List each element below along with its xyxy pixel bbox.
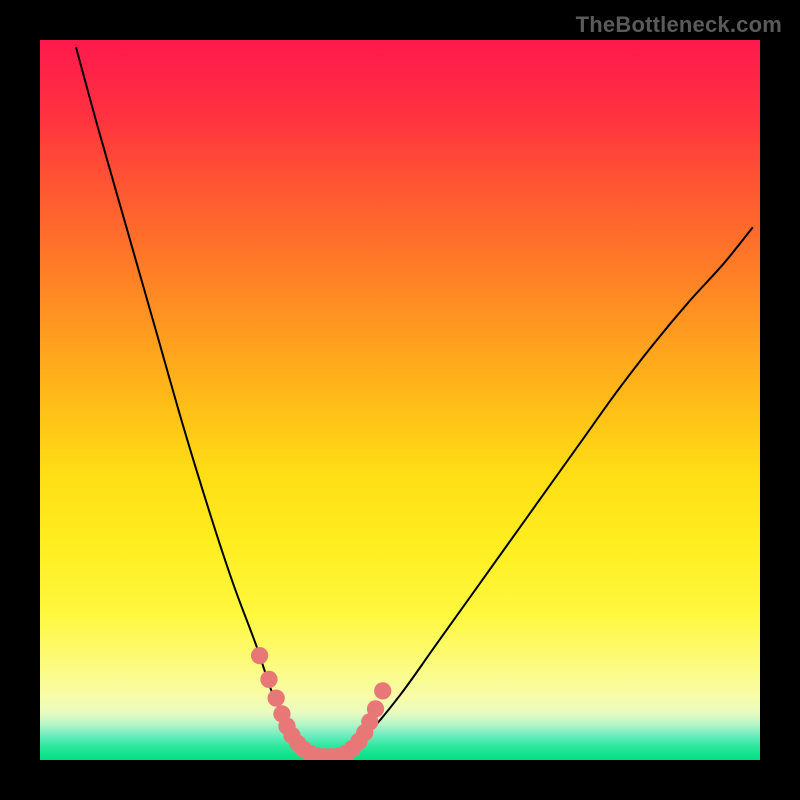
chart-container: TheBottleneck.com [0, 0, 800, 800]
data-markers [251, 647, 391, 760]
curve-lines [76, 47, 753, 756]
data-marker [268, 689, 285, 706]
plot-area [40, 40, 760, 760]
watermark-text: TheBottleneck.com [576, 12, 782, 38]
data-marker [374, 682, 391, 699]
left-curve [76, 47, 314, 756]
data-marker [251, 647, 268, 664]
data-marker [367, 700, 384, 717]
chart-svg [40, 40, 760, 760]
right-curve [342, 227, 752, 756]
data-marker [260, 671, 277, 688]
